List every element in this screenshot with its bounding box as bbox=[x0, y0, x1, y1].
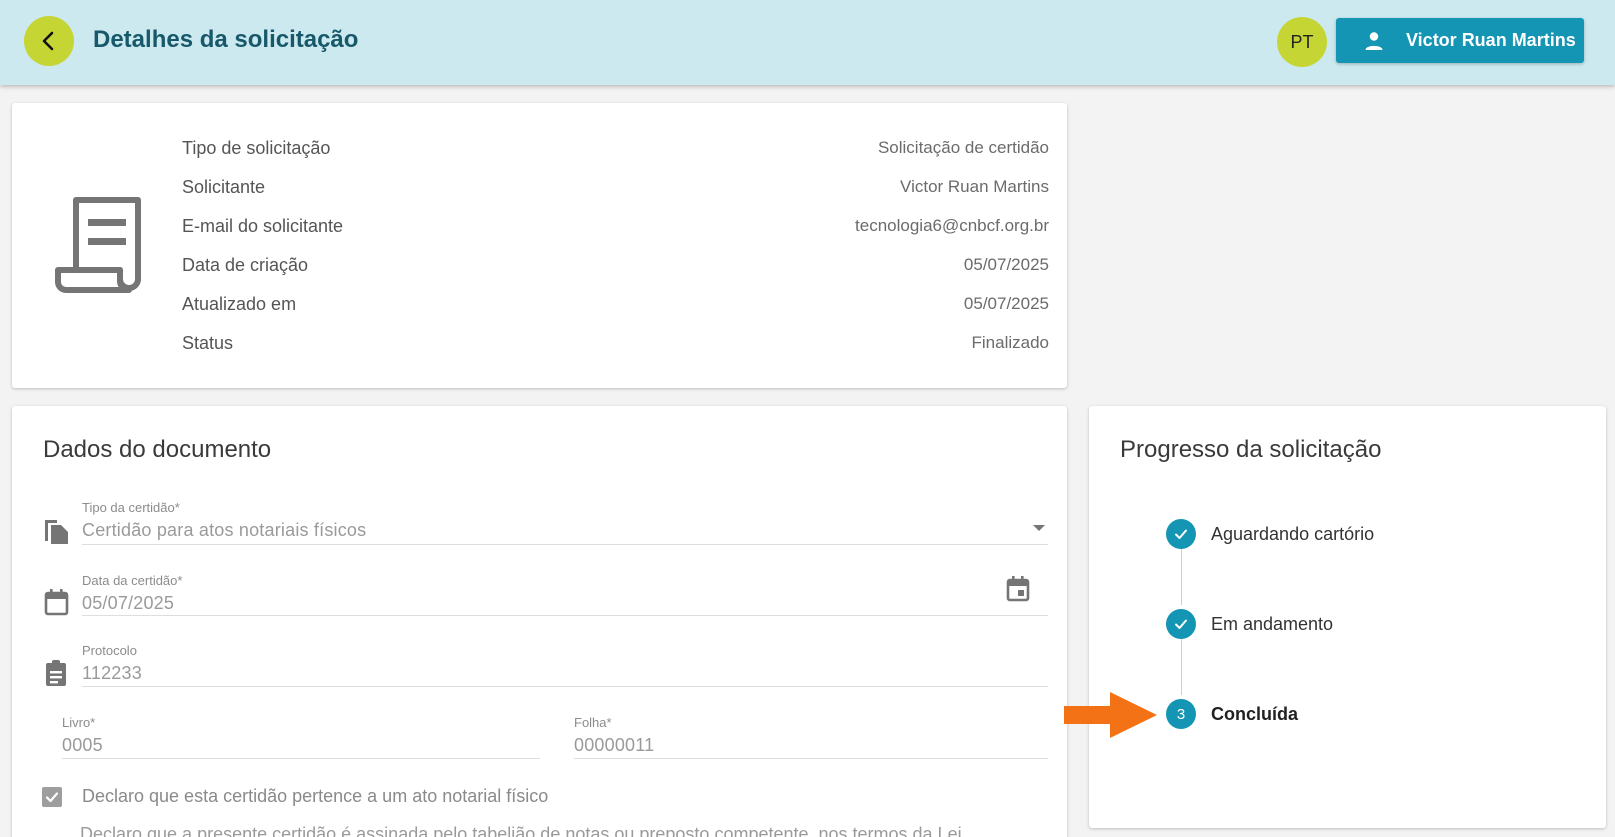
top-app-bar: Detalhes da solicitação PT Victor Ruan M… bbox=[0, 0, 1615, 85]
field-label: Folha* bbox=[574, 715, 612, 730]
calendar-icon bbox=[43, 588, 69, 621]
info-value: Victor Ruan Martins bbox=[900, 177, 1049, 196]
info-label: Data de criação bbox=[182, 254, 309, 275]
field-label: Data da certidão* bbox=[82, 573, 183, 588]
field-label: Livro* bbox=[62, 715, 96, 730]
field-label: Protocolo bbox=[82, 643, 137, 658]
step-connector bbox=[1181, 549, 1182, 605]
step-connector bbox=[1181, 639, 1182, 695]
user-menu-button[interactable]: Victor Ruan Martins bbox=[1336, 18, 1584, 63]
info-label: Atualizado em bbox=[182, 293, 297, 314]
clipboard-icon bbox=[43, 659, 69, 692]
progress-card-title: Progresso da solicitação bbox=[1120, 436, 1382, 463]
field-label: Tipo da certidão* bbox=[82, 500, 180, 515]
caret-down-icon[interactable] bbox=[1032, 520, 1046, 538]
info-label: Solicitante bbox=[182, 176, 266, 197]
certificate-date-field[interactable]: Data da certidão* 05/07/2025 bbox=[82, 573, 1048, 616]
sheet-field[interactable]: Folha* 00000011 bbox=[574, 715, 1048, 759]
receipt-icon bbox=[54, 195, 144, 300]
field-value: Certidão para atos notariais físicos bbox=[82, 520, 367, 540]
field-value: 00000011 bbox=[574, 735, 655, 755]
checkbox-label: Declaro que esta certidão pertence a um … bbox=[82, 786, 549, 806]
info-value: 05/07/2025 bbox=[963, 294, 1049, 313]
book-field[interactable]: Livro* 0005 bbox=[62, 715, 540, 759]
field-value: 0005 bbox=[62, 735, 103, 755]
progress-step-current: 3 Concluída bbox=[1166, 699, 1298, 729]
step-label: Concluída bbox=[1211, 703, 1299, 724]
document-card-title: Dados do documento bbox=[43, 436, 272, 463]
status-value: Finalizado bbox=[971, 333, 1050, 352]
info-value: 05/07/2025 bbox=[963, 255, 1049, 274]
info-row-status: Status Finalizado bbox=[182, 331, 1049, 355]
progress-step: Aguardando cartório bbox=[1166, 519, 1374, 549]
info-row-data-criacao: Data de criação 05/07/2025 bbox=[182, 253, 1049, 277]
step-done-badge bbox=[1166, 519, 1196, 549]
step-number-badge: 3 bbox=[1166, 699, 1196, 729]
chevron-left-icon bbox=[42, 31, 54, 51]
physical-act-checkbox-row[interactable]: Declaro que esta certidão pertence a um … bbox=[42, 786, 548, 807]
protocol-field[interactable]: Protocolo 112233 bbox=[82, 643, 1048, 687]
step-done-badge bbox=[1166, 609, 1196, 639]
info-row-solicitante: Solicitante Victor Ruan Martins bbox=[182, 175, 1049, 199]
progress-step: Em andamento bbox=[1166, 609, 1333, 639]
arrow-right-icon bbox=[1064, 692, 1157, 743]
info-row-atualizado: Atualizado em 05/07/2025 bbox=[182, 292, 1049, 316]
field-value: 112233 bbox=[82, 663, 142, 683]
person-icon bbox=[1362, 29, 1386, 53]
check-icon bbox=[1175, 619, 1187, 629]
request-summary-card: Tipo de solicitação Solicitação de certi… bbox=[12, 103, 1067, 388]
info-label: E-mail do solicitante bbox=[182, 215, 344, 236]
file-copy-icon bbox=[43, 517, 69, 550]
user-name: Victor Ruan Martins bbox=[1406, 30, 1576, 50]
physical-act-checkbox[interactable] bbox=[42, 786, 62, 807]
document-data-card: Dados do documento Tipo da certidão* Cer… bbox=[12, 406, 1067, 837]
step-label: Aguardando cartório bbox=[1211, 523, 1375, 544]
check-icon bbox=[45, 791, 59, 802]
info-label: Status bbox=[182, 332, 234, 353]
step-label: Em andamento bbox=[1211, 613, 1334, 634]
info-value: Solicitação de certidão bbox=[877, 138, 1049, 157]
declaration-text: Declaro que a presente certidão é assina… bbox=[80, 824, 962, 837]
page-title: Detalhes da solicitação bbox=[93, 26, 359, 53]
certificate-type-select[interactable]: Tipo da certidão* Certidão para atos not… bbox=[82, 500, 1048, 545]
info-label: Tipo de solicitação bbox=[182, 137, 331, 158]
info-row-tipo: Tipo de solicitação Solicitação de certi… bbox=[182, 136, 1049, 160]
event-icon[interactable] bbox=[1005, 575, 1031, 608]
info-row-email: E-mail do solicitante tecnologia6@cnbcf.… bbox=[182, 214, 1049, 238]
info-value: tecnologia6@cnbcf.org.br bbox=[855, 216, 1049, 235]
request-progress-card: Progresso da solicitação Aguardando cart… bbox=[1089, 406, 1606, 828]
language-button[interactable]: PT bbox=[1277, 17, 1327, 67]
back-button[interactable] bbox=[24, 16, 74, 66]
check-icon bbox=[1175, 529, 1187, 539]
field-value: 05/07/2025 bbox=[82, 593, 175, 613]
